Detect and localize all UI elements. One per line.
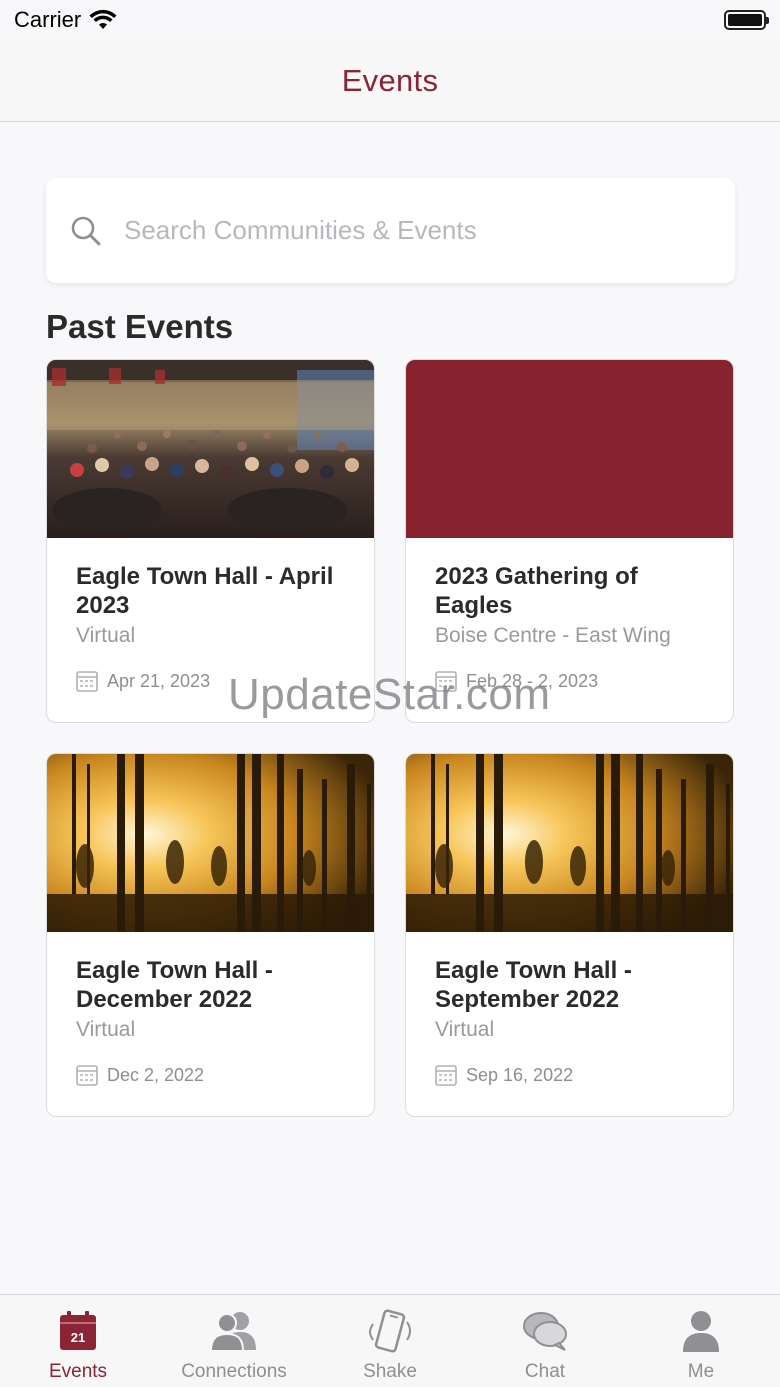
event-title: Eagle Town Hall - September 2022: [435, 957, 632, 1013]
carrier-label: Carrier: [14, 7, 82, 32]
solid-maroon-placeholder: [406, 360, 733, 538]
tab-label: Chat: [524, 1361, 566, 1382]
chat-bubbles-icon: [523, 1312, 567, 1351]
tab-label: Events: [48, 1361, 108, 1382]
event-date: Dec 2, 2022: [107, 1064, 205, 1085]
calendar-icon: [76, 1065, 98, 1086]
banquet-hall-photo: [47, 360, 374, 538]
event-title: Eagle Town Hall - April 2023: [76, 563, 334, 619]
event-title: Eagle Town Hall - December 2022: [76, 957, 273, 1013]
event-location: Virtual: [435, 1018, 495, 1041]
calendar-icon: [435, 1065, 457, 1086]
event-card[interactable]: Eagle Town Hall - December 2022 Virtual …: [46, 753, 375, 1117]
wifi-icon: [89, 9, 117, 29]
search-box[interactable]: [46, 178, 735, 283]
event-card[interactable]: 2023 Gathering of Eagles Boise Centre - …: [405, 359, 734, 723]
navigation-bar: Events: [0, 40, 780, 122]
calendar-icon: [76, 671, 98, 692]
search-input[interactable]: [124, 215, 684, 246]
event-location: Virtual: [76, 624, 136, 647]
tab-chat[interactable]: Chat: [500, 1295, 590, 1387]
status-bar: Carrier: [0, 0, 780, 40]
page-title: Events: [341, 62, 439, 98]
event-card[interactable]: Eagle Town Hall - September 2022 Virtual…: [405, 753, 734, 1117]
search-icon: [71, 216, 101, 245]
sunset-power-poles-photo: [47, 754, 374, 932]
tab-label: Me: [687, 1361, 715, 1382]
event-card[interactable]: Eagle Town Hall - April 2023 Virtual Apr…: [46, 359, 375, 723]
calendar-badge: 21: [71, 1330, 85, 1345]
carrier-group: Carrier: [14, 7, 117, 33]
tab-label: Connections: [181, 1361, 287, 1382]
tab-connections[interactable]: Connections: [174, 1295, 294, 1387]
person-icon: [683, 1311, 719, 1352]
event-date: Sep 16, 2022: [466, 1064, 574, 1085]
section-title: Past Events: [46, 308, 234, 345]
tab-events[interactable]: 21 Events: [38, 1295, 118, 1387]
calendar-icon: 21: [60, 1311, 96, 1350]
shake-phone-icon: [369, 1309, 411, 1353]
tab-label: Shake: [363, 1361, 417, 1382]
event-date: Apr 21, 2023: [107, 670, 211, 691]
tab-bar: 21 Events Connections Shake Chat Me: [0, 1294, 780, 1387]
people-icon: [209, 1312, 256, 1352]
event-location: Boise Centre - East Wing: [435, 624, 671, 647]
watermark: UpdateStar.com: [228, 670, 551, 719]
event-location: Virtual: [76, 1018, 136, 1041]
sunset-power-poles-photo: [406, 754, 733, 932]
battery-icon: [724, 10, 769, 30]
tab-shake[interactable]: Shake: [345, 1295, 435, 1387]
event-title: 2023 Gathering of Eagles: [435, 563, 638, 619]
tab-me[interactable]: Me: [661, 1295, 741, 1387]
